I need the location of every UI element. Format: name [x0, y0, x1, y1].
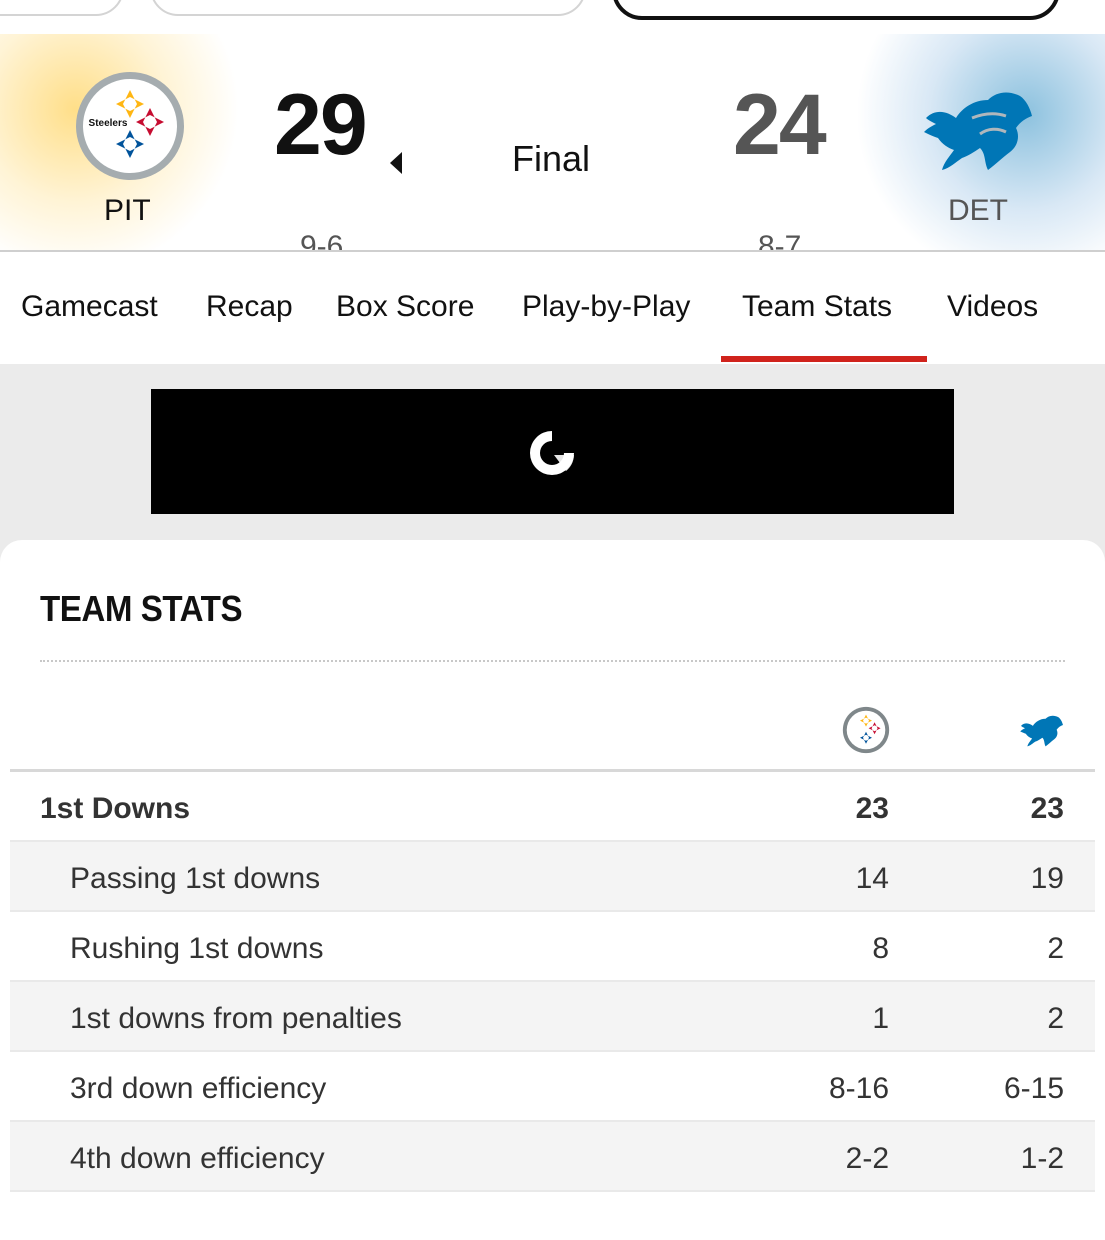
away-record: 8-7 [758, 230, 802, 252]
table-row: 4th down efficiency 2-2 1-2 [10, 1122, 1095, 1192]
stat-value-det: 1-2 [1020, 1142, 1064, 1175]
loading-spinner-icon [530, 431, 574, 475]
ad-banner[interactable] [151, 389, 954, 514]
stat-value-det: 23 [1030, 792, 1064, 825]
stat-value-pit: 8 [872, 932, 889, 965]
team-stats-title: TEAM STATS [40, 588, 243, 629]
stat-value-pit: 14 [855, 862, 889, 895]
stat-label: 1st downs from penalties [70, 1002, 402, 1035]
steelers-logo-icon[interactable]: Steelers [74, 70, 186, 182]
title-divider [40, 660, 1065, 662]
stat-value-det: 6-15 [1003, 1072, 1064, 1105]
home-record: 9-6 [300, 230, 344, 252]
team-stats-card: TEAM STATS 1st Downs 23 23 Passing 1st d… [0, 540, 1105, 1240]
table-row: Rushing 1st downs 8 2 [10, 912, 1095, 982]
tab-gamecast[interactable]: Gamecast [21, 290, 158, 324]
stat-value-pit: 1 [872, 1002, 889, 1035]
game-pill-prev[interactable] [0, 0, 124, 16]
tab-play-by-play[interactable]: Play-by-Play [522, 290, 690, 324]
tab-team-stats[interactable]: Team Stats [742, 290, 892, 324]
lions-logo-icon [1020, 715, 1063, 747]
game-pill[interactable] [150, 0, 586, 16]
stat-value-det: 2 [1047, 932, 1064, 965]
top-game-strip [0, 0, 1105, 34]
tab-recap[interactable]: Recap [206, 290, 293, 324]
stat-label: 1st Downs [40, 792, 191, 825]
away-team-abbr[interactable]: DET [948, 194, 1008, 228]
svg-text:Steelers: Steelers [89, 118, 128, 129]
away-score: 24 [733, 77, 827, 173]
scoreboard-header: Steelers PIT DET 29 Final 24 9-6 8-7 [0, 34, 1105, 252]
stat-label: Rushing 1st downs [70, 932, 324, 965]
stat-value-pit: 23 [855, 792, 889, 825]
home-team-abbr[interactable]: PIT [104, 194, 151, 228]
caret-left-icon [390, 152, 402, 174]
stat-label: 4th down efficiency [70, 1142, 325, 1175]
stat-value-pit: 8-16 [828, 1072, 889, 1105]
steelers-logo-icon [842, 706, 890, 754]
stat-value-det: 19 [1030, 862, 1064, 895]
table-row: Passing 1st downs 14 19 [10, 842, 1095, 912]
table-row: 1st downs from penalties 1 2 [10, 982, 1095, 1052]
stat-label: Passing 1st downs [70, 862, 321, 895]
lions-logo-icon[interactable] [922, 78, 1036, 174]
stat-value-pit: 2-2 [845, 1142, 889, 1175]
home-score: 29 [274, 77, 368, 173]
active-tab-indicator [721, 356, 927, 362]
game-status: Final [512, 138, 591, 179]
game-pill-selected[interactable] [612, 0, 1060, 20]
stat-label: 3rd down efficiency [70, 1072, 327, 1105]
tab-box-score[interactable]: Box Score [336, 290, 474, 324]
stat-value-det: 2 [1047, 1002, 1064, 1035]
tab-videos[interactable]: Videos [947, 290, 1038, 324]
table-row: 3rd down efficiency 8-16 6-15 [10, 1052, 1095, 1122]
table-row: 1st Downs 23 23 [10, 772, 1095, 842]
game-tabs: Gamecast Recap Box Score Play-by-Play Te… [0, 252, 1105, 364]
